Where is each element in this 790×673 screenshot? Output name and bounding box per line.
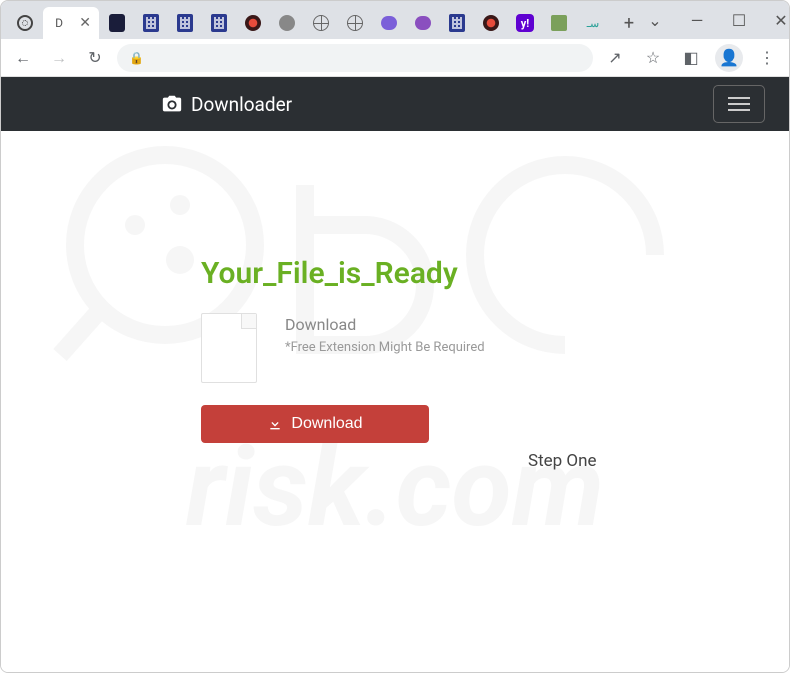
- favicon-dark-icon: [109, 15, 125, 31]
- reload-button[interactable]: ↻: [81, 44, 109, 72]
- favicon-qr-icon: [143, 15, 159, 31]
- browser-titlebar: D ✕ y! سـ + ⌄ — ☐ ✕: [1, 1, 789, 39]
- page-headline: Your_File_is_Ready: [201, 256, 789, 291]
- window-minimize-icon[interactable]: —: [685, 8, 709, 32]
- back-button[interactable]: ←: [9, 44, 37, 72]
- browser-toolbar: ← → ↻ 🔒 ↗ ☆ ◧ 👤 ⋮: [1, 39, 789, 77]
- tab-item[interactable]: [101, 7, 133, 39]
- step-label: Step One: [528, 451, 597, 471]
- window-dropdown-icon[interactable]: ⌄: [643, 8, 667, 32]
- kebab-menu-icon[interactable]: ⋮: [753, 44, 781, 72]
- tab-item[interactable]: [305, 7, 337, 39]
- tab-item[interactable]: سـ: [577, 7, 609, 39]
- close-tab-icon[interactable]: ✕: [79, 15, 91, 31]
- lock-icon: 🔒: [129, 51, 144, 65]
- download-button[interactable]: Download: [201, 405, 429, 443]
- download-button-label: Download: [291, 415, 362, 433]
- favicon-text-icon: سـ: [585, 15, 601, 31]
- favicon-gray-icon: [279, 15, 295, 31]
- window-maximize-icon[interactable]: ☐: [727, 8, 751, 32]
- favicon-reel-icon: [17, 15, 33, 31]
- tab-item[interactable]: [543, 7, 575, 39]
- tab-item[interactable]: [237, 7, 269, 39]
- window-controls: ⌄ — ☐ ✕: [643, 8, 790, 32]
- share-icon[interactable]: ↗: [601, 44, 629, 72]
- favicon-qr-icon: [449, 15, 465, 31]
- tab-item-active[interactable]: D ✕: [43, 7, 99, 39]
- tab-item[interactable]: [407, 7, 439, 39]
- tab-item[interactable]: [271, 7, 303, 39]
- tab-item[interactable]: [203, 7, 235, 39]
- favicon-record-icon: [483, 15, 499, 31]
- favicon-gamepad-icon: [381, 15, 397, 31]
- favicon-dino-icon: [551, 15, 567, 31]
- file-info-row: Download *Free Extension Might Be Requir…: [201, 313, 789, 383]
- brand[interactable]: Downloader: [161, 93, 292, 116]
- extensions-icon[interactable]: ◧: [677, 44, 705, 72]
- favicon-globe-icon: [313, 15, 329, 31]
- page-content: risk.com Downloader Your_File_is_Ready D…: [1, 77, 789, 672]
- favicon-yahoo-icon: y!: [516, 14, 534, 32]
- tab-item[interactable]: [441, 7, 473, 39]
- file-subtitle: *Free Extension Might Be Required: [285, 340, 485, 355]
- file-title: Download: [285, 315, 485, 334]
- forward-button[interactable]: →: [45, 44, 73, 72]
- address-bar[interactable]: 🔒: [117, 44, 593, 72]
- tab-item[interactable]: [475, 7, 507, 39]
- site-navbar: Downloader: [1, 77, 789, 131]
- hamburger-menu-icon[interactable]: [713, 85, 765, 123]
- tab-item[interactable]: [169, 7, 201, 39]
- favicon-gamepad-icon: [415, 15, 431, 31]
- tab-item[interactable]: [135, 7, 167, 39]
- new-tab-button[interactable]: +: [615, 9, 643, 37]
- zip-file-icon: [201, 313, 257, 383]
- bookmark-star-icon[interactable]: ☆: [639, 44, 667, 72]
- favicon-page-icon: D: [51, 15, 67, 31]
- favicon-qr-icon: [211, 15, 227, 31]
- download-icon: [267, 416, 283, 432]
- tab-item[interactable]: y!: [509, 7, 541, 39]
- profile-avatar-icon[interactable]: 👤: [715, 44, 743, 72]
- main-area: Your_File_is_Ready Download *Free Extens…: [1, 131, 789, 443]
- favicon-globe-icon: [347, 15, 363, 31]
- tab-item[interactable]: [373, 7, 405, 39]
- camera-icon: [161, 93, 183, 115]
- window-close-icon[interactable]: ✕: [769, 8, 790, 32]
- tab-item[interactable]: [9, 7, 41, 39]
- brand-label: Downloader: [191, 93, 292, 116]
- favicon-qr-icon: [177, 15, 193, 31]
- tab-item[interactable]: [339, 7, 371, 39]
- favicon-record-icon: [245, 15, 261, 31]
- tab-strip: D ✕ y! سـ +: [9, 1, 643, 39]
